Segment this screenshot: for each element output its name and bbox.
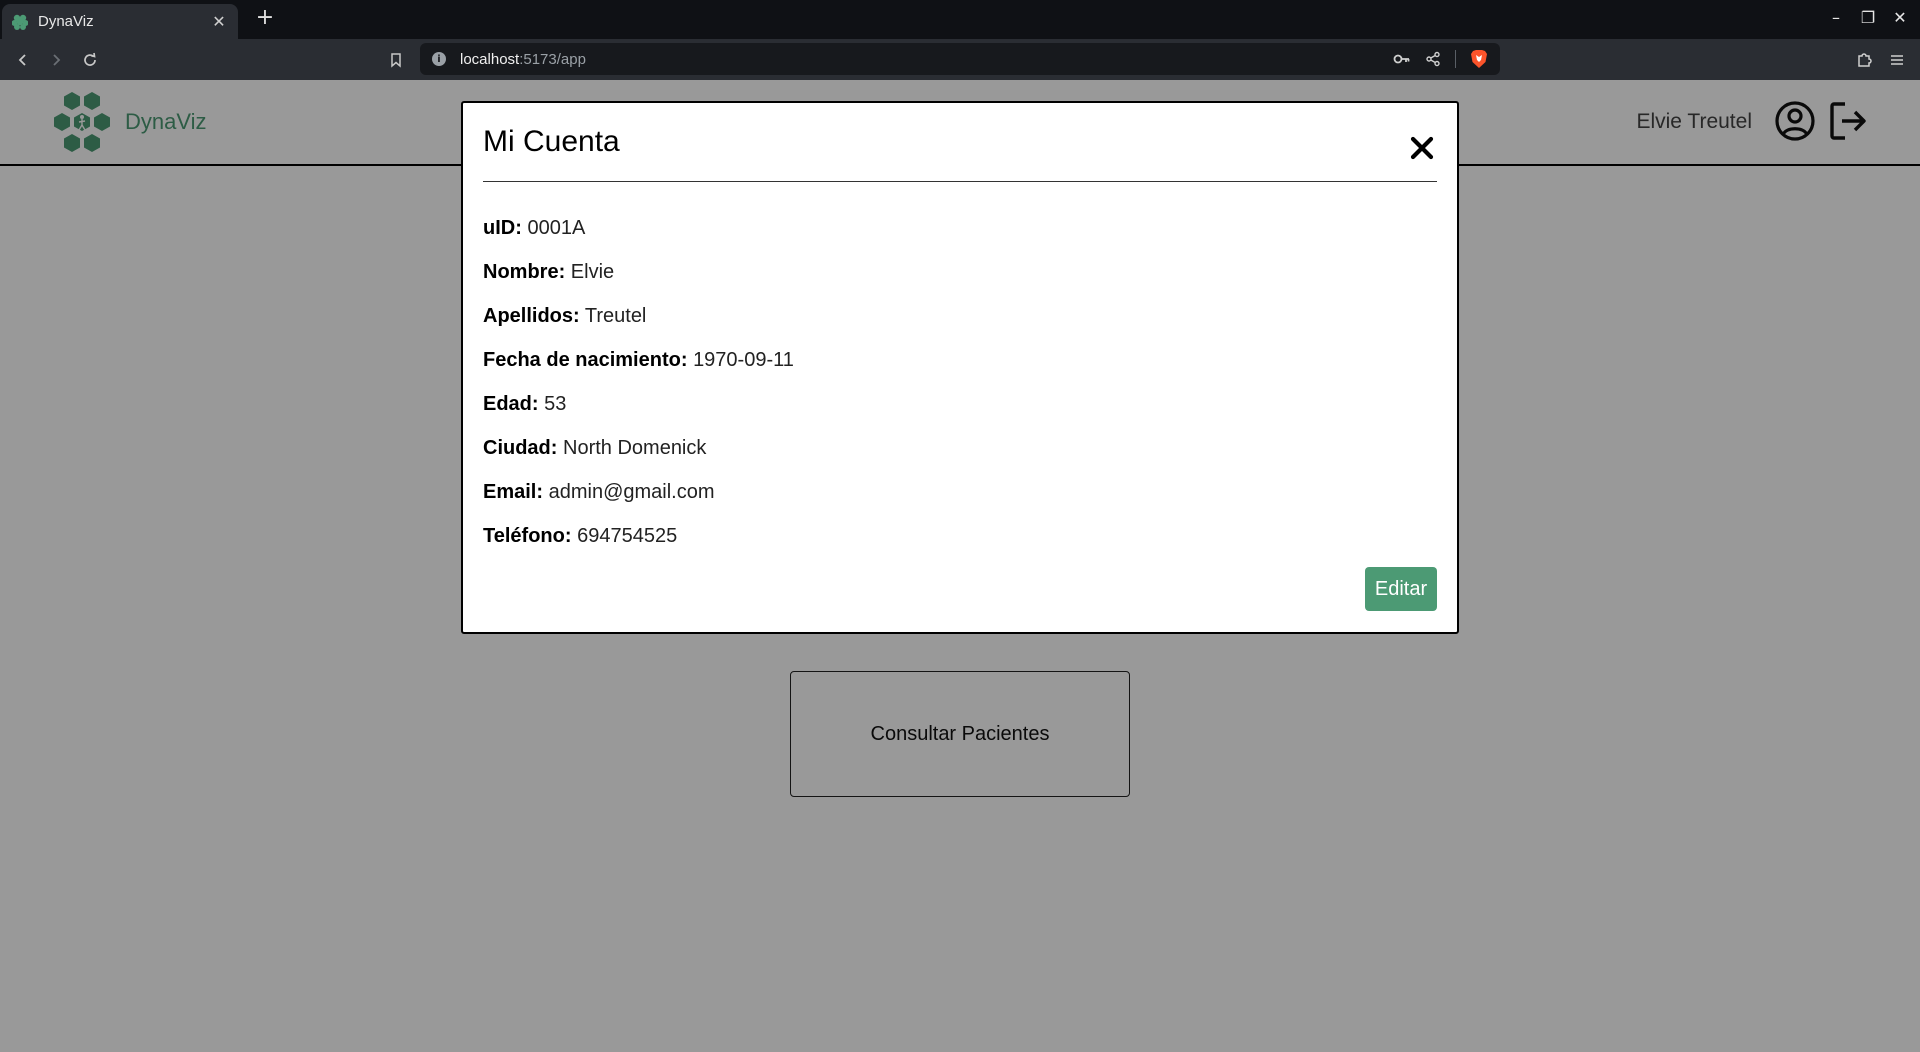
field-value: Elvie <box>570 261 615 283</box>
account-modal: Mi Cuenta uID: 0001A Nombre: Elvie Apell… <box>461 101 1459 634</box>
browser-titlebar: DynaViz ✕ + – ❐ ✕ <box>0 0 1920 39</box>
field-label: Apellidos: <box>483 305 580 327</box>
url-host: localhost <box>460 50 520 68</box>
address-bar[interactable]: i localhost:5173/app <box>420 43 1500 75</box>
reload-icon <box>84 52 96 66</box>
extensions-puzzle-icon <box>1858 53 1872 67</box>
field-value: 694754525 <box>577 525 678 547</box>
field-label: Edad: <box>483 393 539 415</box>
reload-button[interactable] <box>77 47 103 73</box>
forward-arrow-icon <box>53 54 61 66</box>
bookmark-icon <box>391 53 401 68</box>
back-button[interactable] <box>10 47 36 73</box>
maximize-button[interactable]: ❐ <box>1856 8 1880 27</box>
edit-button[interactable]: Editar <box>1365 567 1437 611</box>
minimize-button[interactable]: – <box>1824 8 1848 27</box>
brave-shields-icon[interactable] <box>1470 49 1488 69</box>
field-apellidos: Apellidos: Treutel <box>483 303 1437 347</box>
field-value: North Domenick <box>563 437 707 459</box>
modal-header: Mi Cuenta <box>483 103 1437 182</box>
close-icon[interactable] <box>1407 133 1437 163</box>
new-tab-button[interactable]: + <box>252 6 278 30</box>
site-info-icon[interactable]: i <box>432 52 446 66</box>
field-nombre: Nombre: Elvie <box>483 259 1437 303</box>
account-details: uID: 0001A Nombre: Elvie Apellidos: Treu… <box>483 182 1437 567</box>
field-value: admin@gmail.com <box>548 481 715 503</box>
menu-button[interactable] <box>1884 47 1910 73</box>
modal-title: Mi Cuenta <box>483 125 620 158</box>
bookmark-button[interactable] <box>383 47 409 73</box>
field-label: Email: <box>483 481 544 503</box>
field-value: 53 <box>544 393 567 415</box>
url-path: :5173/app <box>519 50 586 68</box>
field-fecha-nacimiento: Fecha de nacimiento: 1970-09-11 <box>483 347 1437 391</box>
tab-title: DynaViz <box>38 13 94 30</box>
field-uid: uID: 0001A <box>483 215 1437 259</box>
extensions-button[interactable] <box>1852 47 1878 73</box>
address-bar-divider <box>1455 50 1456 68</box>
field-label: Ciudad: <box>483 437 558 459</box>
address-bar-actions <box>1393 49 1488 69</box>
close-window-button[interactable]: ✕ <box>1888 8 1912 27</box>
field-value: 0001A <box>527 217 586 239</box>
key-icon[interactable] <box>1393 53 1411 65</box>
field-label: Fecha de nacimiento: <box>483 349 688 371</box>
hamburger-menu-icon <box>1891 55 1903 65</box>
field-label: Teléfono: <box>483 525 572 547</box>
field-value: Treutel <box>584 305 647 327</box>
browser-toolbar: i localhost:5173/app <box>0 39 1920 80</box>
field-label: uID: <box>483 217 522 239</box>
field-email: Email: admin@gmail.com <box>483 479 1437 523</box>
field-edad: Edad: 53 <box>483 391 1437 435</box>
field-telefono: Teléfono: 694754525 <box>483 523 1437 567</box>
dynaviz-favicon-icon <box>12 14 28 30</box>
field-value: 1970-09-11 <box>693 349 794 371</box>
forward-button[interactable] <box>43 47 69 73</box>
share-icon[interactable] <box>1425 51 1441 67</box>
browser-tab[interactable]: DynaViz ✕ <box>2 4 238 39</box>
field-label: Nombre: <box>483 261 566 283</box>
tab-close-icon[interactable]: ✕ <box>210 12 228 31</box>
back-arrow-icon <box>18 54 26 66</box>
field-ciudad: Ciudad: North Domenick <box>483 435 1437 479</box>
